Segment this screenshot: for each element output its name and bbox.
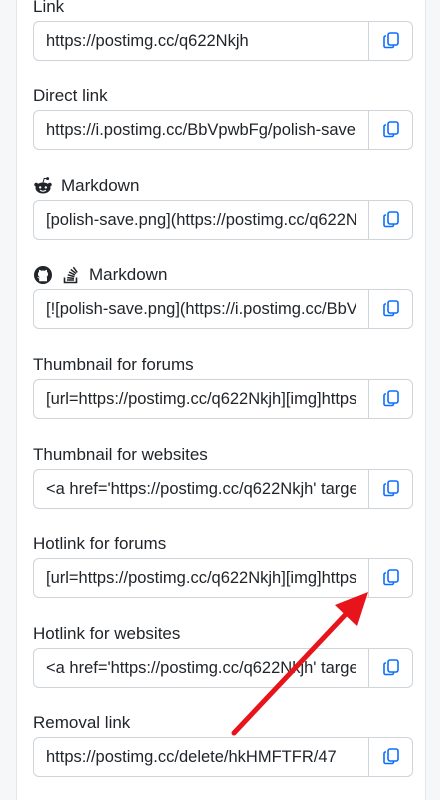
stackoverflow-icon [61,265,81,285]
copy-button[interactable] [368,469,413,509]
field-label: Thumbnail for websites [33,445,208,464]
field-label: Thumbnail for forums [33,355,194,374]
field-label: Hotlink for websites [33,624,181,643]
field-label: Direct link [33,86,108,105]
field-label: Removal link [33,713,131,732]
copy-button[interactable] [368,558,413,598]
copy-icon [382,568,400,589]
copy-button[interactable] [368,737,413,777]
field-label: Markdown [61,176,140,195]
link-input[interactable] [33,648,368,688]
link-input[interactable] [33,110,368,150]
link-input[interactable] [33,289,368,329]
link-input[interactable] [33,21,368,61]
link-input[interactable] [33,200,368,240]
copy-icon [382,120,400,141]
field-label: Markdown [89,265,168,284]
field-label: Link [33,0,65,16]
copy-icon [382,479,400,500]
copy-button[interactable] [368,21,413,61]
github-icon [33,265,53,285]
share-links-panel: Link Direct link [16,0,426,800]
copy-button[interactable] [368,289,413,329]
reddit-icon [33,176,53,196]
link-input[interactable] [33,379,368,419]
copy-icon [382,210,400,231]
copy-button[interactable] [368,379,413,419]
link-input[interactable] [33,737,368,777]
copy-icon [382,299,400,320]
copy-icon [382,747,400,768]
copy-icon [382,389,400,410]
copy-icon [382,658,400,679]
copy-button[interactable] [368,110,413,150]
field-label: Hotlink for forums [33,534,167,553]
link-input[interactable] [33,558,368,598]
copy-button[interactable] [368,648,413,688]
copy-button[interactable] [368,200,413,240]
link-input[interactable] [33,469,368,509]
copy-icon [382,31,400,52]
